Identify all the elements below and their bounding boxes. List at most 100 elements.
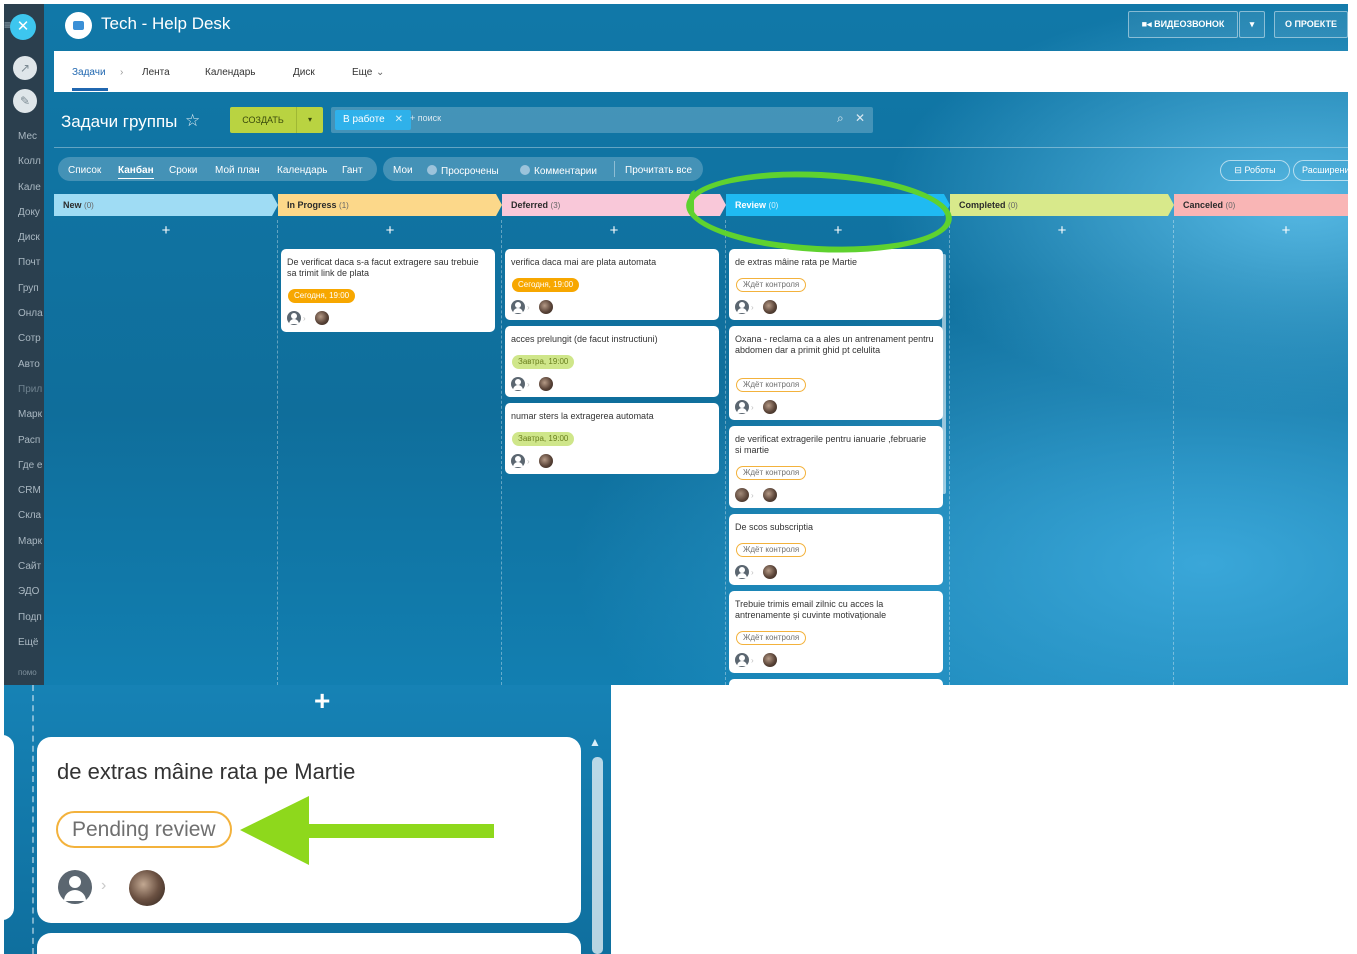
view-calendar[interactable]: Календарь: [277, 165, 327, 176]
sidebar-item[interactable]: Почт: [18, 250, 44, 275]
task-card[interactable]: [729, 679, 943, 685]
add-task-icon[interactable]: +: [950, 222, 1174, 239]
user-avatar-photo[interactable]: [763, 400, 777, 414]
read-all-button[interactable]: Прочитать все: [625, 165, 692, 176]
robots-button[interactable]: ⊟ Роботы: [1220, 160, 1290, 181]
tab-disk[interactable]: Диск: [293, 67, 315, 78]
view-kanban[interactable]: Канбан: [118, 165, 154, 179]
tab-feed[interactable]: Лента: [142, 67, 170, 78]
task-card[interactable]: De verificat daca s-a facut extragere sa…: [281, 249, 495, 332]
user-avatar-icon[interactable]: [735, 300, 749, 314]
column-review: Review (0) + de extras mâine rata pe Mar…: [726, 194, 950, 685]
sidebar-item[interactable]: Груп: [18, 276, 44, 301]
sidebar-item[interactable]: Мес: [18, 124, 44, 149]
user-avatar-photo[interactable]: [763, 653, 777, 667]
sidebar-item[interactable]: Подп: [18, 605, 44, 630]
column-count: (0): [1225, 201, 1236, 210]
view-deadlines[interactable]: Сроки: [169, 165, 197, 176]
close-icon[interactable]: ✕: [395, 114, 403, 125]
tab-tasks[interactable]: Задачи: [72, 67, 106, 78]
camera-icon: ■◂: [1141, 19, 1155, 29]
sidebar-item[interactable]: Где е: [18, 453, 44, 478]
column-new: New (0) +: [54, 194, 278, 685]
column-header[interactable]: Canceled (0): [1174, 194, 1348, 216]
pencil-icon[interactable]: ✎: [13, 89, 37, 113]
column-scrollbar[interactable]: [942, 254, 946, 494]
task-card[interactable]: Oxana - reclama ca a ales un antrenament…: [729, 326, 943, 420]
add-task-icon[interactable]: +: [1174, 222, 1348, 239]
star-icon[interactable]: ☆: [185, 111, 200, 131]
task-title: Trebuie trimis email zilnic cu acces la …: [735, 599, 887, 620]
task-card[interactable]: de extras mâine rata pe Martie Ждёт конт…: [729, 249, 943, 320]
extensions-button[interactable]: Расширени: [1293, 160, 1348, 181]
column-header[interactable]: New (0): [54, 194, 278, 216]
user-avatar-photo[interactable]: [539, 300, 553, 314]
sidebar-item[interactable]: Кале: [18, 175, 44, 200]
column-header[interactable]: Completed (0): [950, 194, 1174, 216]
user-avatar-icon[interactable]: [511, 300, 525, 314]
sidebar-item[interactable]: CRM: [18, 478, 44, 503]
task-card[interactable]: De scos subscriptia Ждёт контроля ›: [729, 514, 943, 585]
user-avatar-photo[interactable]: [763, 488, 777, 502]
arrow-right-icon: ›: [303, 314, 306, 323]
view-gantt[interactable]: Гант: [342, 165, 363, 176]
task-card[interactable]: de verificat extragerile pentru ianuarie…: [729, 426, 943, 508]
help-link[interactable]: помо: [18, 668, 37, 677]
sidebar-item[interactable]: Прил: [18, 377, 44, 402]
tab-calendar[interactable]: Календарь: [205, 67, 255, 78]
user-avatar-photo[interactable]: [763, 565, 777, 579]
add-task-icon[interactable]: +: [502, 222, 726, 239]
search-input[interactable]: В работе ✕ + поиск ⌕ ✕: [331, 107, 873, 133]
close-icon[interactable]: ✕: [10, 14, 36, 40]
filter-chip[interactable]: В работе ✕: [335, 110, 412, 130]
user-avatar-icon[interactable]: [511, 377, 525, 391]
arrow-right-icon: ›: [751, 491, 754, 500]
task-card[interactable]: acces prelungit (de facut instructiuni) …: [505, 326, 719, 397]
user-avatar-photo[interactable]: [315, 311, 329, 325]
user-avatar-photo[interactable]: [539, 377, 553, 391]
counter-comments[interactable]: Комментарии: [520, 165, 597, 177]
user-avatar-icon[interactable]: [511, 454, 525, 468]
sidebar-item[interactable]: Диск: [18, 225, 44, 250]
arrow-right-icon: ›: [751, 656, 754, 665]
view-myplan[interactable]: Мой план: [215, 165, 260, 176]
sidebar-item[interactable]: Расп: [18, 428, 44, 453]
sidebar-item[interactable]: Ещё: [18, 630, 44, 655]
user-avatar-photo[interactable]: [763, 300, 777, 314]
user-avatar-icon[interactable]: [735, 653, 749, 667]
user-avatar-photo[interactable]: [539, 454, 553, 468]
sidebar-item[interactable]: ЭДО: [18, 579, 44, 604]
about-project-button[interactable]: О ПРОЕКТЕ: [1274, 11, 1348, 38]
sidebar-item[interactable]: Онла: [18, 301, 44, 326]
user-avatar-photo[interactable]: [735, 488, 749, 502]
sidebar-item[interactable]: Колл: [18, 149, 44, 174]
sidebar-item[interactable]: Сайт: [18, 554, 44, 579]
user-avatar-icon[interactable]: [287, 311, 301, 325]
user-avatar-icon[interactable]: [735, 400, 749, 414]
column-deferred: Deferred (3) + verifica daca mai are pla…: [502, 194, 726, 685]
view-list[interactable]: Список: [68, 165, 101, 176]
sidebar-item[interactable]: Доку: [18, 200, 44, 225]
add-task-icon[interactable]: +: [54, 222, 278, 239]
task-card[interactable]: verifica daca mai are plata automata Сег…: [505, 249, 719, 320]
counter-mine[interactable]: Мои: [393, 165, 413, 176]
sidebar-item[interactable]: Марк: [18, 402, 44, 427]
column-header[interactable]: In Progress (1): [278, 194, 502, 216]
task-card[interactable]: Trebuie trimis email zilnic cu acces la …: [729, 591, 943, 673]
search-icon[interactable]: ⌕: [837, 111, 844, 126]
video-call-button[interactable]: ■◂ ВИДЕОЗВОНОК: [1128, 11, 1238, 38]
task-card[interactable]: numar sters la extragerea automata Завтр…: [505, 403, 719, 474]
create-button[interactable]: СОЗДАТЬ ▾: [230, 107, 323, 133]
user-avatar-icon[interactable]: [735, 565, 749, 579]
external-link-icon[interactable]: ↗: [13, 56, 37, 80]
tab-more[interactable]: Еще: [352, 67, 372, 78]
sidebar-item[interactable]: Авто: [18, 352, 44, 377]
add-task-icon[interactable]: +: [278, 222, 502, 239]
clear-icon[interactable]: ✕: [855, 111, 865, 125]
counter-overdue[interactable]: Просрочены: [427, 165, 499, 177]
sidebar-item[interactable]: Скла: [18, 503, 44, 528]
sidebar-item[interactable]: Сотр: [18, 326, 44, 351]
chevron-down-icon[interactable]: ▾: [296, 107, 323, 133]
sidebar-item[interactable]: Марк: [18, 529, 44, 554]
video-call-dropdown[interactable]: ▾: [1239, 11, 1265, 38]
